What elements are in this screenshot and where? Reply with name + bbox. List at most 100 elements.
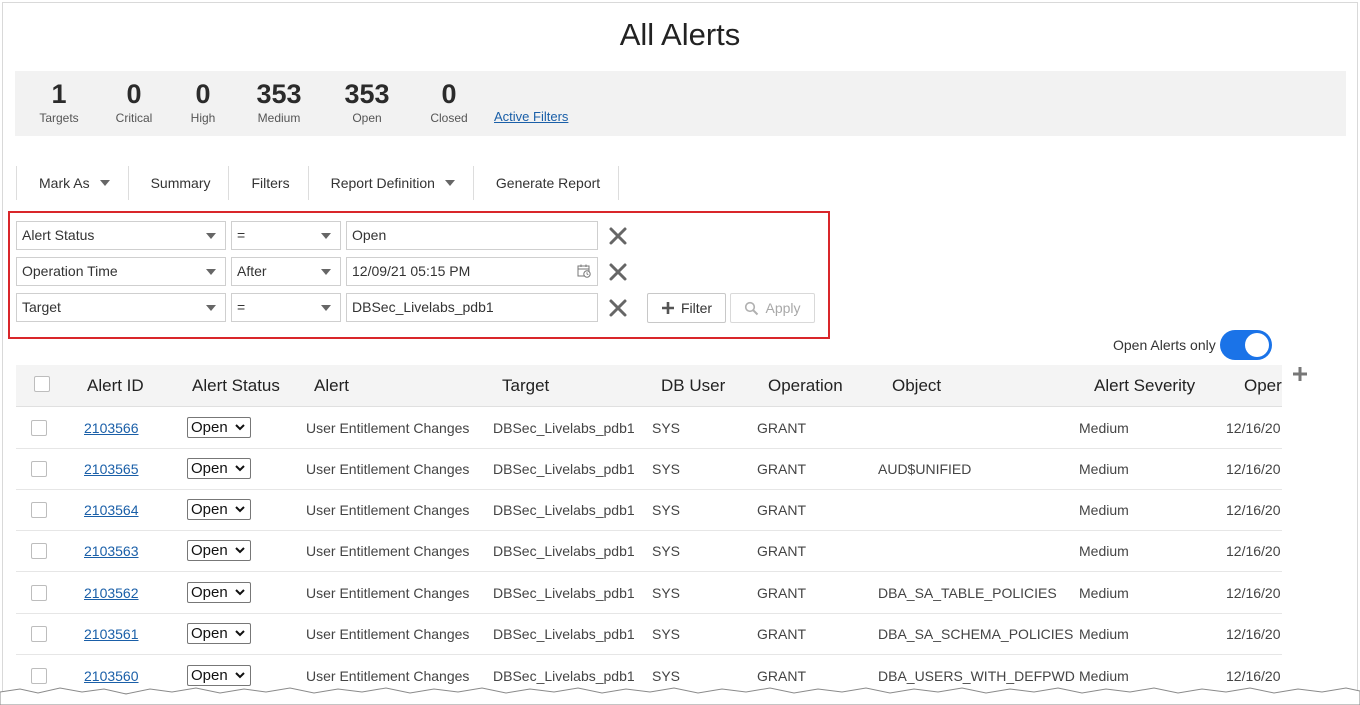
close-icon[interactable] — [608, 226, 628, 246]
mark-as-menu[interactable]: Mark As — [16, 166, 128, 200]
row-checkbox[interactable] — [31, 461, 47, 477]
target-name: DBSec_Livelabs_pdb1 — [493, 626, 635, 642]
generate-report-button[interactable]: Generate Report — [472, 166, 620, 200]
alert-status-select[interactable]: Open — [187, 665, 251, 686]
filter-date-input[interactable]: 12/09/21 05:15 PM — [346, 257, 598, 286]
chevron-down-icon — [235, 672, 245, 679]
active-filters-link[interactable]: Active Filters — [494, 109, 568, 124]
report-definition-label: Report Definition — [330, 175, 435, 191]
apply-button[interactable]: Apply — [730, 293, 815, 323]
page-title: All Alerts — [619, 17, 741, 52]
status-value: Open — [191, 460, 228, 477]
alert-severity: Medium — [1079, 585, 1129, 601]
alert-status-select[interactable]: Open — [187, 582, 251, 603]
column-header[interactable]: Alert — [314, 376, 349, 396]
stat-label: Medium — [257, 111, 301, 125]
operation: GRANT — [757, 420, 806, 436]
target-name: DBSec_Livelabs_pdb1 — [493, 502, 635, 518]
status-value: Open — [191, 667, 228, 684]
chevron-down-icon — [235, 630, 245, 637]
column-header[interactable]: Oper — [1244, 376, 1282, 396]
column-header[interactable]: Alert Severity — [1094, 376, 1195, 396]
chevron-down-icon — [321, 233, 331, 239]
row-checkbox[interactable] — [31, 626, 47, 642]
alert-status-select[interactable]: Open — [187, 417, 251, 438]
table-row: 2103566 Open User Entitlement Changes DB… — [16, 407, 1282, 449]
row-checkbox[interactable] — [31, 420, 47, 436]
select-all-checkbox[interactable] — [34, 376, 50, 392]
chevron-down-icon — [99, 180, 110, 186]
object-name: DBA_SA_TABLE_POLICIES — [878, 585, 1057, 601]
alert-status-select[interactable]: Open — [187, 540, 251, 561]
column-header[interactable]: Alert ID — [87, 376, 144, 396]
open-alerts-toggle[interactable] — [1219, 330, 1272, 360]
column-header[interactable]: Alert Status — [192, 376, 280, 396]
db-user: SYS — [652, 461, 681, 477]
filter-value-text: Open — [352, 227, 387, 243]
filter-field-select[interactable]: Target — [16, 293, 226, 322]
filter-operator-select[interactable]: = — [231, 293, 341, 322]
close-icon[interactable] — [608, 262, 628, 282]
alert-severity: Medium — [1079, 543, 1129, 559]
filter-field-select[interactable]: Alert Status — [16, 221, 226, 250]
filter-operator-select[interactable]: After — [231, 257, 341, 286]
filter-value-text: 12/09/21 05:15 PM — [352, 263, 471, 279]
close-icon[interactable] — [608, 298, 628, 318]
stat-label: High — [190, 111, 216, 125]
stat-label: Targets — [39, 111, 79, 125]
alert-name: User Entitlement Changes — [306, 543, 470, 559]
operation: GRANT — [757, 543, 806, 559]
alert-id-link[interactable]: 2103563 — [84, 543, 139, 559]
db-user: SYS — [652, 626, 681, 642]
stat-value: 353 — [344, 79, 390, 109]
alert-id-link[interactable]: 2103566 — [84, 420, 139, 436]
alert-name: User Entitlement Changes — [306, 461, 470, 477]
column-header[interactable]: Object — [892, 376, 941, 396]
calendar-icon[interactable] — [577, 264, 591, 278]
alert-id-link[interactable]: 2103565 — [84, 461, 139, 477]
target-name: DBSec_Livelabs_pdb1 — [493, 585, 635, 601]
alert-status-select[interactable]: Open — [187, 623, 251, 644]
filter-operator-select[interactable]: = — [231, 221, 341, 250]
report-definition-menu[interactable]: Report Definition — [307, 166, 473, 200]
alert-id-link[interactable]: 2103561 — [84, 626, 139, 642]
db-user: SYS — [652, 585, 681, 601]
alert-status-select[interactable]: Open — [187, 458, 251, 479]
row-checkbox[interactable] — [31, 543, 47, 559]
alert-id-link[interactable]: 2103564 — [84, 502, 139, 518]
filter-value-input[interactable]: Open — [346, 221, 598, 250]
add-column-icon[interactable] — [1291, 365, 1309, 383]
alert-id-link[interactable]: 2103562 — [84, 585, 139, 601]
toggle-label: Open Alerts only — [1113, 337, 1216, 353]
db-user: SYS — [652, 502, 681, 518]
column-header[interactable]: Operation — [768, 376, 843, 396]
summary-button[interactable]: Summary — [127, 166, 229, 200]
column-header[interactable]: Target — [502, 376, 549, 396]
operation-time: 12/16/20 — [1226, 461, 1281, 477]
stat-open: 353 Open — [339, 78, 395, 126]
column-header[interactable]: DB User — [661, 376, 725, 396]
operation-time: 12/16/20 — [1226, 502, 1281, 518]
chevron-down-icon — [206, 269, 216, 275]
filter-field-select[interactable]: Operation Time — [16, 257, 226, 286]
stat-value: 0 — [195, 79, 211, 109]
summary-label: Summary — [150, 175, 211, 191]
status-value: Open — [191, 584, 228, 601]
row-checkbox[interactable] — [31, 585, 47, 601]
alert-status-select[interactable]: Open — [187, 499, 251, 520]
add-filter-button[interactable]: Filter — [647, 293, 726, 323]
status-value: Open — [191, 501, 228, 518]
object-name: DBA_SA_SCHEMA_POLICIES — [878, 626, 1074, 642]
open-alerts-toggle-group: Open Alerts only — [1113, 330, 1272, 360]
status-value: Open — [191, 419, 228, 436]
filter-operator-value: = — [237, 227, 246, 243]
alert-id-link[interactable]: 2103560 — [84, 668, 139, 684]
row-checkbox[interactable] — [31, 502, 47, 518]
stat-value: 353 — [256, 79, 302, 109]
table-row: 2103561 Open User Entitlement Changes DB… — [16, 613, 1282, 655]
row-checkbox[interactable] — [31, 668, 47, 684]
filter-operator-value: After — [237, 263, 267, 279]
filters-button[interactable]: Filters — [228, 166, 307, 200]
stat-medium: 353 Medium — [251, 78, 307, 126]
filter-value-input[interactable]: DBSec_Livelabs_pdb1 — [346, 293, 598, 322]
